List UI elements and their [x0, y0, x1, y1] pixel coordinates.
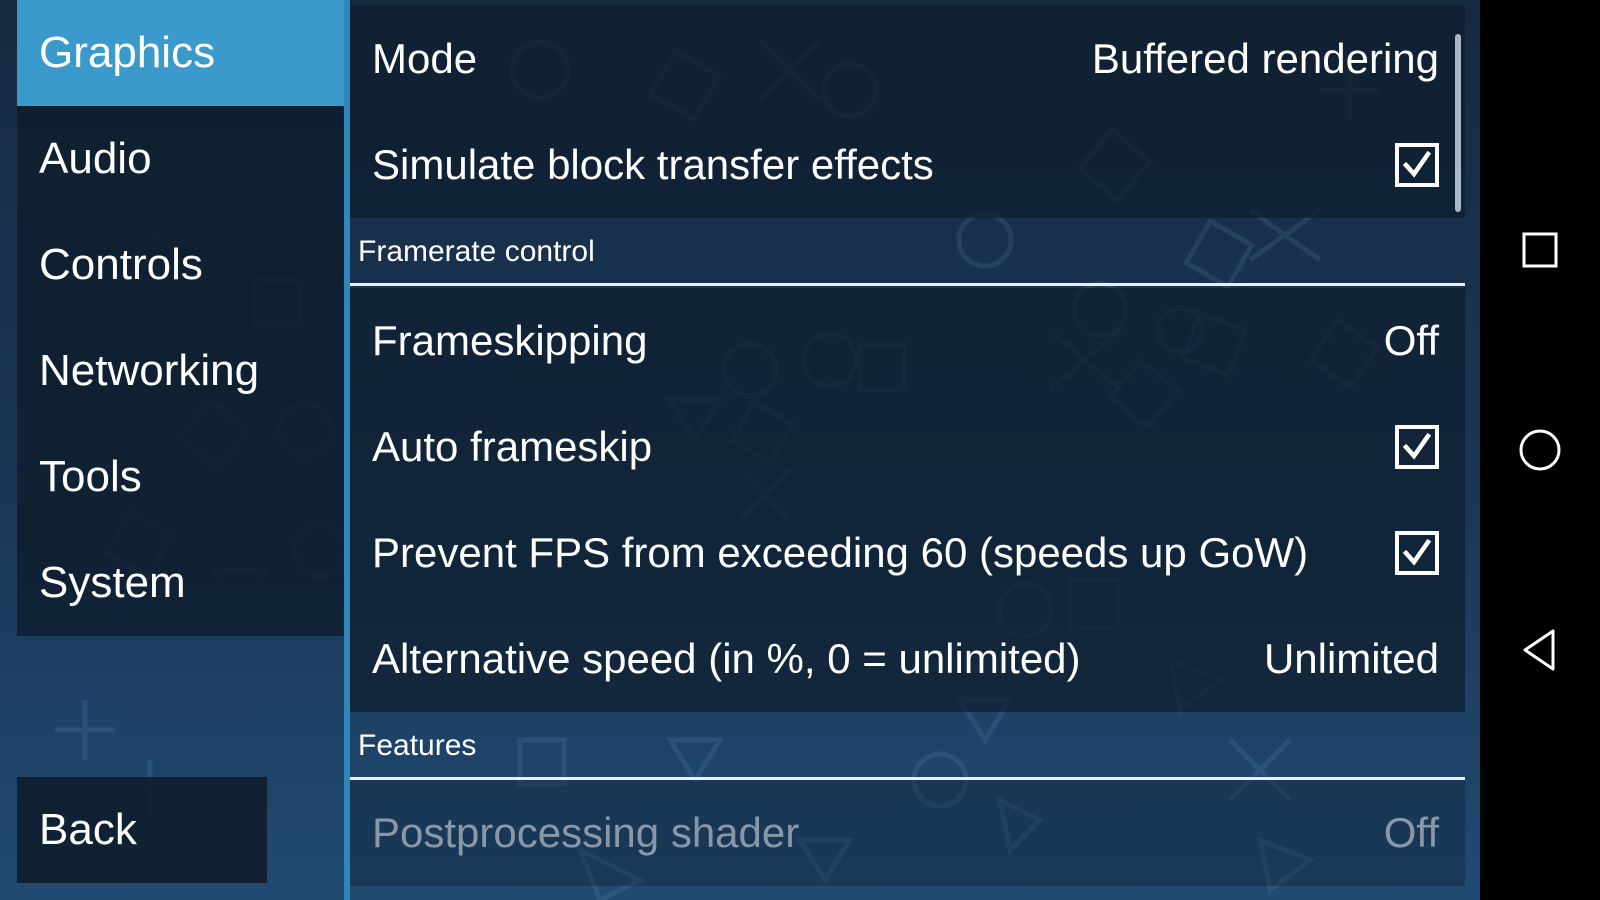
checkmark-icon — [1402, 150, 1432, 178]
setting-value: Off — [1383, 809, 1439, 856]
setting-postprocessing-shader[interactable]: Postprocessing shader Off — [350, 780, 1465, 886]
category-tools[interactable]: Tools — [17, 424, 344, 530]
category-networking[interactable]: Networking — [17, 318, 344, 424]
back-nav-button[interactable] — [1502, 612, 1578, 688]
setting-auto-frameskip[interactable]: Auto frameskip — [350, 394, 1465, 500]
setting-alternative-speed[interactable]: Alternative speed (in %, 0 = unlimited) … — [350, 606, 1465, 712]
recents-button[interactable] — [1502, 212, 1578, 288]
recents-square-icon — [1522, 232, 1558, 268]
setting-label: Frameskipping — [372, 317, 648, 364]
app-window: Graphics Audio Controls Networking Tools… — [0, 0, 1480, 900]
setting-simulate-block-transfer[interactable]: Simulate block transfer effects — [350, 112, 1465, 218]
setting-mode[interactable]: Mode Buffered rendering — [350, 6, 1465, 112]
section-header-features: Features — [350, 714, 1465, 780]
setting-label: Mode — [372, 35, 478, 82]
category-controls[interactable]: Controls — [17, 212, 344, 318]
back-triangle-icon — [1523, 629, 1555, 671]
category-system[interactable]: System — [17, 530, 344, 636]
setting-frameskipping[interactable]: Frameskipping Off — [350, 288, 1465, 394]
setting-label: Alternative speed (in %, 0 = unlimited) — [372, 635, 1081, 682]
setting-label: Postprocessing shader — [372, 809, 800, 856]
back-button[interactable]: Back — [17, 777, 267, 883]
category-audio[interactable]: Audio — [17, 106, 344, 212]
settings-list: Mode Buffered rendering Simulate block t… — [350, 0, 1465, 900]
setting-label: Simulate block transfer effects — [372, 141, 934, 188]
checkbox-checked[interactable] — [1395, 425, 1439, 469]
category-graphics[interactable]: Graphics — [17, 0, 344, 106]
setting-prevent-fps[interactable]: Prevent FPS from exceeding 60 (speeds up… — [350, 500, 1465, 606]
checkbox-checked[interactable] — [1395, 531, 1439, 575]
setting-value: Off — [1383, 317, 1439, 364]
home-circle-icon — [1519, 429, 1561, 471]
scrollbar[interactable] — [1455, 34, 1461, 212]
android-navigation-bar — [1480, 0, 1600, 900]
setting-label: Auto frameskip — [372, 423, 653, 470]
checkmark-icon — [1402, 538, 1432, 566]
section-header-framerate: Framerate control — [350, 220, 1465, 286]
checkbox-checked[interactable] — [1395, 143, 1439, 187]
setting-label: Prevent FPS from exceeding 60 (speeds up… — [372, 529, 1309, 576]
setting-value: Buffered rendering — [1091, 35, 1439, 82]
checkmark-icon — [1402, 432, 1432, 460]
category-list: Graphics Audio Controls Networking Tools… — [17, 0, 344, 640]
home-button[interactable] — [1502, 412, 1578, 488]
setting-value: Unlimited — [1263, 635, 1439, 682]
